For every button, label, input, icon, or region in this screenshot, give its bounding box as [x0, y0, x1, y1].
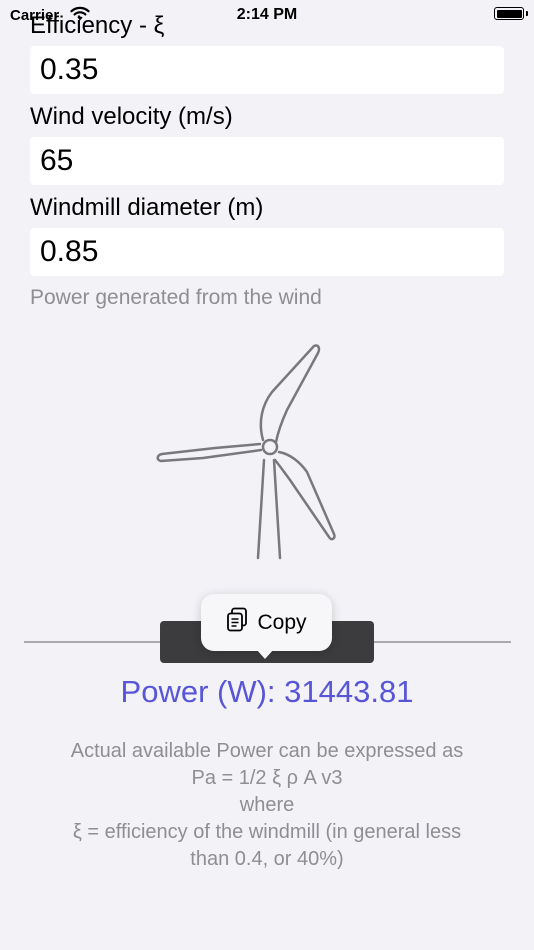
efficiency-field[interactable]: [30, 46, 504, 94]
battery-icon: [494, 7, 524, 20]
windmill-diameter-field[interactable]: [30, 228, 504, 276]
wind-velocity-label: Wind velocity (m/s): [30, 103, 233, 130]
copy-icon: [226, 607, 248, 638]
windmill-diameter-label: Windmill diameter (m): [30, 194, 264, 221]
efficiency-label: Efficiency - ξ: [30, 12, 165, 39]
windmill-icon: [150, 340, 390, 565]
info-line-3: where: [239, 794, 295, 816]
info-line-1: Actual available Power can be expressed …: [70, 740, 464, 762]
copy-menu-button[interactable]: Copy: [201, 594, 332, 651]
power-result[interactable]: Power (W): 31443.81: [0, 674, 534, 710]
section-caption: Power generated from the wind: [30, 286, 322, 309]
info-text: Actual available Power can be expressed …: [30, 738, 504, 873]
info-line-5: than 0.4, or 40%): [190, 848, 344, 870]
wind-velocity-field[interactable]: [30, 137, 504, 185]
info-line-4: ξ = efficiency of the windmill (in gener…: [72, 821, 462, 843]
battery-tip: [526, 11, 528, 16]
menu-arrow: [256, 649, 274, 659]
copy-label: Copy: [257, 610, 307, 634]
info-line-2: Pa = 1/2 ξ ρ A v3: [191, 767, 343, 789]
